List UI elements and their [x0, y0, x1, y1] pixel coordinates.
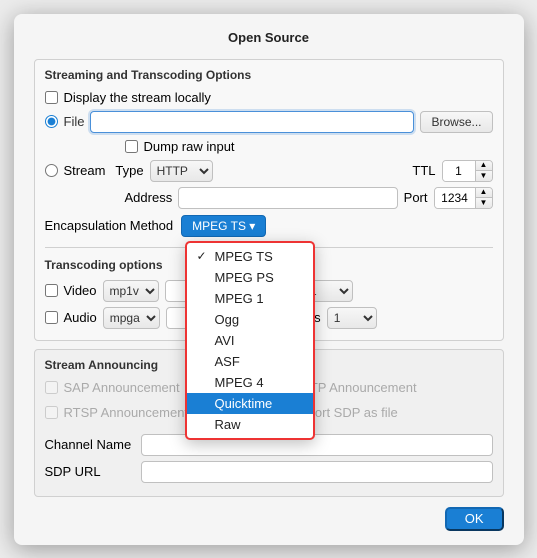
sap-checkbox[interactable]	[45, 381, 58, 394]
port-label: Port	[404, 190, 428, 205]
address-label: Address	[125, 190, 173, 205]
encapsulation-row: Encapsulation Method MPEG TS ▾ ✓ MPEG TS…	[45, 215, 493, 237]
check-mark-mpegts: ✓	[197, 249, 209, 263]
dropdown-label-mpegts: MPEG TS	[215, 249, 273, 264]
file-label: File	[64, 114, 85, 129]
file-input[interactable]	[90, 111, 414, 133]
dropdown-label-avi: AVI	[215, 333, 235, 348]
port-down-arrow[interactable]: ▼	[476, 198, 492, 208]
stream-radio[interactable]	[45, 164, 58, 177]
type-label: Type	[115, 163, 143, 178]
port-stepper: ▲ ▼	[434, 187, 493, 209]
dropdown-item-mpeg4[interactable]: MPEG 4	[187, 372, 313, 393]
port-input[interactable]	[435, 188, 475, 208]
dropdown-item-asf[interactable]: ASF	[187, 351, 313, 372]
dropdown-label-ogg: Ogg	[215, 312, 240, 327]
address-input[interactable]	[178, 187, 397, 209]
dropdown-item-avi[interactable]: AVI	[187, 330, 313, 351]
dropdown-label-asf: ASF	[215, 354, 240, 369]
address-row: Address Port ▲ ▼	[45, 187, 493, 209]
ok-button[interactable]: OK	[445, 507, 504, 531]
ttl-up-arrow[interactable]: ▲	[476, 161, 492, 172]
ttl-label: TTL	[412, 163, 435, 178]
dropdown-label-raw: Raw	[215, 417, 241, 432]
dump-raw-row: Dump raw input	[125, 139, 493, 154]
ttl-arrows: ▲ ▼	[475, 161, 492, 181]
encapsulation-dropdown: ✓ MPEG TS MPEG PS MPEG 1 Ogg AVI	[185, 241, 315, 440]
channel-name-label: Channel Name	[45, 437, 135, 452]
streaming-section: Streaming and Transcoding Options Displa…	[34, 59, 504, 341]
sap-label: SAP Announcement	[64, 380, 180, 395]
file-radio[interactable]	[45, 115, 58, 128]
dropdown-item-quicktime[interactable]: Quicktime	[187, 393, 313, 414]
rtsp-checkbox[interactable]	[45, 406, 58, 419]
dropdown-label-quicktime: Quicktime	[215, 396, 273, 411]
type-select[interactable]: HTTP UDP RTP MMSH	[150, 160, 213, 182]
dropdown-label-mpegps: MPEG PS	[215, 270, 274, 285]
dropdown-item-mpeg1[interactable]: MPEG 1	[187, 288, 313, 309]
audio-codec-select[interactable]: mpga mp3 aac a52	[103, 307, 160, 329]
sdp-url-row: SDP URL	[45, 461, 493, 483]
port-arrows: ▲ ▼	[475, 188, 492, 208]
video-checkbox[interactable]	[45, 284, 58, 297]
port-up-arrow[interactable]: ▲	[476, 188, 492, 199]
encapsulation-label: Encapsulation Method	[45, 218, 174, 233]
dropdown-item-mpegts[interactable]: ✓ MPEG TS	[187, 246, 313, 267]
dialog-title: Open Source	[34, 30, 504, 45]
dump-raw-label: Dump raw input	[144, 139, 235, 154]
audio-label: Audio	[64, 310, 97, 325]
ttl-stepper: ▲ ▼	[442, 160, 493, 182]
ttl-input[interactable]	[443, 161, 475, 181]
sdp-url-label: SDP URL	[45, 464, 135, 479]
video-codec-select[interactable]: mp1v mp2v mp4v h264	[103, 280, 159, 302]
audio-channels-select[interactable]: 1 2 4	[327, 307, 377, 329]
encapsulation-button[interactable]: MPEG TS ▾	[181, 215, 266, 237]
dropdown-label-mpeg4: MPEG 4	[215, 375, 264, 390]
audio-checkbox[interactable]	[45, 311, 58, 324]
file-row: File Browse...	[45, 111, 493, 133]
dropdown-label-mpeg1: MPEG 1	[215, 291, 264, 306]
video-label: Video	[64, 283, 97, 298]
dropdown-item-ogg[interactable]: Ogg	[187, 309, 313, 330]
open-source-dialog: Open Source Streaming and Transcoding Op…	[14, 14, 524, 545]
dropdown-item-raw[interactable]: Raw	[187, 414, 313, 435]
rtsp-label: RTSP Announcement	[64, 405, 189, 420]
dropdown-item-mpegps[interactable]: MPEG PS	[187, 267, 313, 288]
sdp-url-input[interactable]	[141, 461, 493, 483]
dump-raw-checkbox[interactable]	[125, 140, 138, 153]
ttl-down-arrow[interactable]: ▼	[476, 171, 492, 181]
display-local-row: Display the stream locally	[45, 90, 493, 105]
stream-label: Stream	[64, 163, 106, 178]
dialog-footer: OK	[34, 507, 504, 531]
browse-button[interactable]: Browse...	[420, 111, 492, 133]
streaming-section-title: Streaming and Transcoding Options	[45, 68, 493, 82]
display-local-label: Display the stream locally	[64, 90, 211, 105]
stream-row: Stream Type HTTP UDP RTP MMSH TTL ▲ ▼	[45, 160, 493, 182]
display-local-checkbox[interactable]	[45, 91, 58, 104]
